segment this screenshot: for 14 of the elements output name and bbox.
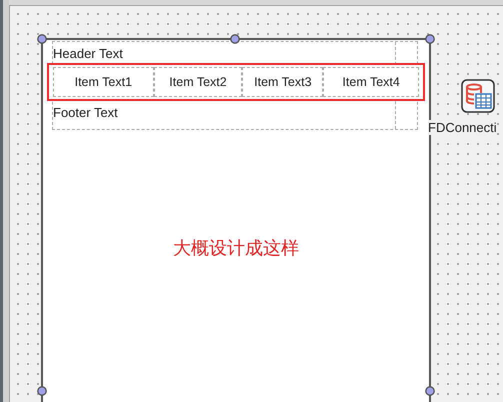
resize-handle-icon[interactable] [37,386,47,396]
list-item[interactable]: Item Text4 [323,67,419,97]
resize-handle-icon[interactable] [425,34,435,44]
database-table-icon[interactable] [461,79,495,113]
header-text: Header Text [53,46,124,61]
resize-handle-icon[interactable] [425,386,435,396]
component-label: FDConnecti [428,120,497,135]
footer-text: Footer Text [53,105,119,120]
list-item[interactable]: Item Text3 [242,67,324,97]
resize-handle-icon[interactable] [37,34,47,44]
list-item[interactable]: Item Text2 [154,67,242,97]
resize-handle-icon[interactable] [230,34,240,44]
caption-text: 大概设计成这样 [172,237,300,260]
list-item[interactable]: Item Text1 [53,67,154,97]
